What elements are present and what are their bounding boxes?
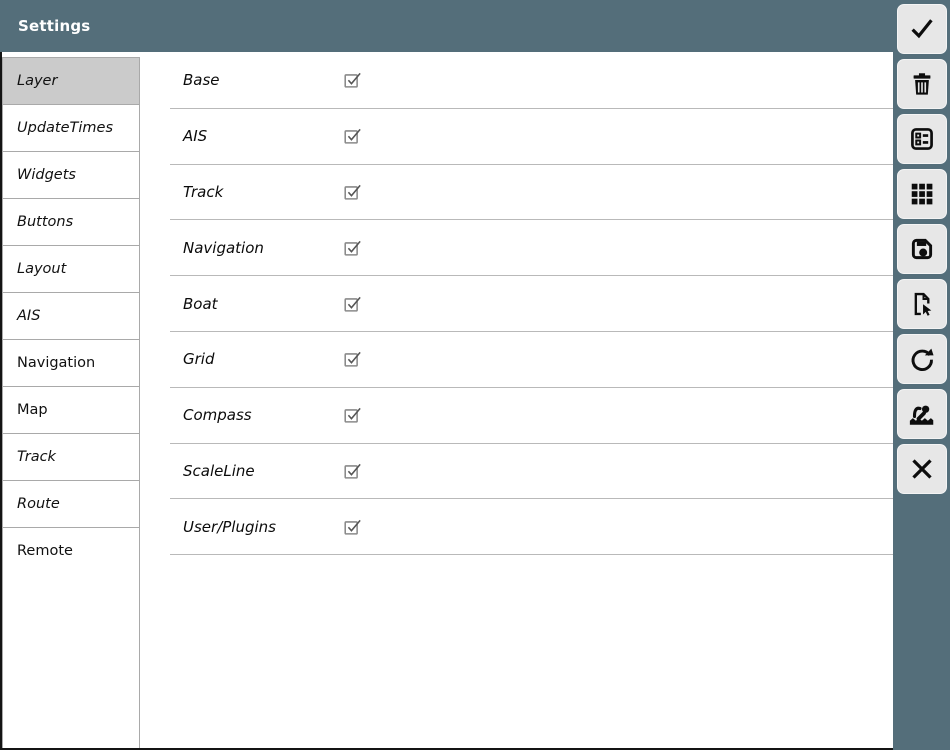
- page-title: Settings: [18, 17, 90, 35]
- sidebar-item-route[interactable]: Route: [2, 480, 140, 528]
- settings-sidebar: Layer UpdateTimes Widgets Buttons Layout…: [2, 57, 140, 748]
- sidebar-item-label: Layer: [17, 73, 57, 89]
- checkbox-checked[interactable]: [342, 514, 368, 540]
- checkbox-checked[interactable]: [342, 123, 368, 149]
- sidebar-item-layout[interactable]: Layout: [2, 245, 140, 293]
- checkbox-checked[interactable]: [342, 346, 368, 372]
- delete-button[interactable]: [897, 59, 947, 109]
- reload-button[interactable]: [897, 334, 947, 384]
- sidebar-item-map[interactable]: Map: [2, 386, 140, 434]
- setting-label: AIS: [183, 127, 342, 145]
- ok-button[interactable]: [897, 4, 947, 54]
- page-import-icon: [908, 290, 936, 318]
- close-icon: [907, 454, 937, 484]
- defaults-list-button[interactable]: [897, 114, 947, 164]
- sidebar-item-label: AIS: [17, 308, 40, 324]
- save-icon: [908, 235, 936, 263]
- sidebar-item-navigation[interactable]: Navigation: [2, 339, 140, 387]
- load-template-button[interactable]: [897, 279, 947, 329]
- checkbox-checked[interactable]: [342, 291, 368, 317]
- setting-label: Grid: [183, 350, 342, 368]
- save-button[interactable]: [897, 224, 947, 274]
- ballot-list-icon: [908, 125, 936, 153]
- grid-icon: [908, 180, 936, 208]
- setting-row-grid: Grid: [170, 332, 893, 388]
- setting-row-compass: Compass: [170, 388, 893, 444]
- sidebar-item-layer[interactable]: Layer: [2, 57, 140, 105]
- setting-label: Track: [183, 183, 342, 201]
- layer-settings-list: Base AIS Track Navigation Boat: [170, 53, 893, 555]
- checkbox-checked[interactable]: [342, 67, 368, 93]
- checkbox-checked[interactable]: [342, 235, 368, 261]
- sidebar-item-updatetimes[interactable]: UpdateTimes: [2, 104, 140, 152]
- setting-label: Compass: [183, 406, 342, 424]
- setting-label: Base: [183, 71, 342, 89]
- sidebar-item-buttons[interactable]: Buttons: [2, 198, 140, 246]
- sidebar-item-label: UpdateTimes: [17, 120, 113, 136]
- setting-row-boat: Boat: [170, 276, 893, 332]
- sidebar-item-track[interactable]: Track: [2, 433, 140, 481]
- day-night-button[interactable]: [897, 389, 947, 439]
- trash-icon: [908, 70, 936, 98]
- checkbox-checked[interactable]: [342, 179, 368, 205]
- setting-label: User/Plugins: [183, 518, 342, 536]
- setting-row-ais: AIS: [170, 109, 893, 165]
- sidebar-item-label: Buttons: [17, 214, 73, 230]
- setting-row-track: Track: [170, 165, 893, 221]
- cancel-button[interactable]: [897, 444, 947, 494]
- setting-row-base: Base: [170, 53, 893, 109]
- sidebar-item-label: Route: [17, 496, 60, 512]
- refresh-icon: [908, 345, 936, 373]
- checkbox-checked[interactable]: [342, 402, 368, 428]
- sidebar-filler: [2, 574, 140, 748]
- settings-dialog: Settings Layer UpdateTimes Widgets Butto…: [0, 0, 950, 750]
- dialog-button-column: [893, 0, 950, 750]
- sidebar-item-label: Layout: [17, 261, 66, 277]
- setting-row-user-plugins: User/Plugins: [170, 499, 893, 555]
- setting-label: Navigation: [183, 239, 342, 257]
- dialog-header: Settings: [0, 0, 950, 52]
- sidebar-item-label: Widgets: [17, 167, 76, 183]
- setting-label: Boat: [183, 295, 342, 313]
- sidebar-item-ais[interactable]: AIS: [2, 292, 140, 340]
- sidebar-item-label: Navigation: [17, 355, 95, 371]
- swimmer-icon: [907, 399, 937, 429]
- setting-row-navigation: Navigation: [170, 220, 893, 276]
- check-icon: [907, 14, 937, 44]
- sidebar-item-label: Track: [17, 449, 56, 465]
- checkbox-checked[interactable]: [342, 458, 368, 484]
- sidebar-item-label: Map: [17, 402, 48, 418]
- sidebar-item-widgets[interactable]: Widgets: [2, 151, 140, 199]
- sidebar-item-label: Remote: [17, 543, 73, 559]
- setting-label: ScaleLine: [183, 462, 342, 480]
- setting-row-scaleline: ScaleLine: [170, 444, 893, 500]
- grid-view-button[interactable]: [897, 169, 947, 219]
- sidebar-item-remote[interactable]: Remote: [2, 527, 140, 575]
